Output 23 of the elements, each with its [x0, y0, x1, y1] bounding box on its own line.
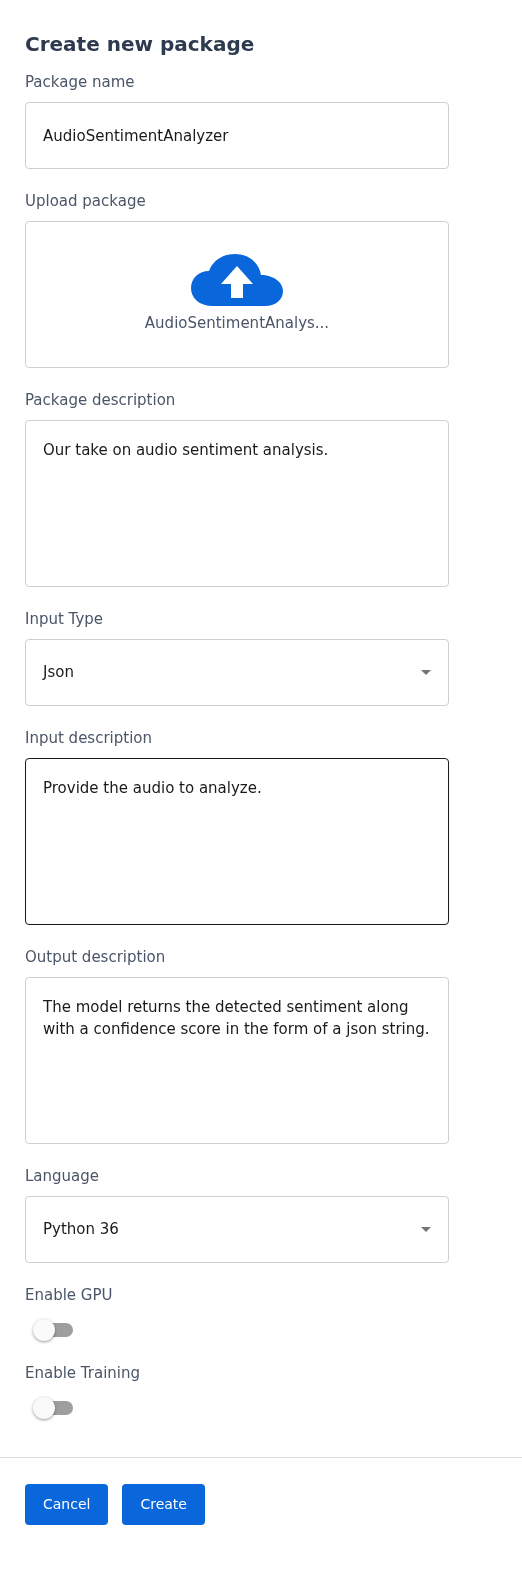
text-area-field[interactable]: The model returns the detected sentiment along with a confidence score in the form of a json string. [25, 977, 449, 1144]
text-area-field[interactable]: Provide the audio to analyze. [25, 758, 449, 925]
field-label: Enable GPU [25, 1285, 114, 1305]
file-name: AudioSentimentAnalys... [144, 313, 330, 335]
page-title: Create new package [25, 31, 256, 58]
field-label: Input Type [25, 609, 105, 629]
dropdown-field[interactable]: Json [25, 639, 449, 706]
field-label: Enable Training [25, 1363, 142, 1383]
action-button[interactable]: Cancel [25, 1484, 109, 1525]
text-area-field[interactable]: Our take on audio sentiment analysis. [25, 420, 449, 587]
field-label: Package description [25, 390, 177, 410]
caret-down-icon [421, 670, 431, 675]
upload-area[interactable]: AudioSentimentAnalys... [25, 221, 449, 368]
dropdown-field[interactable]: Python 36 [25, 1196, 449, 1263]
field-label: Input description [25, 728, 153, 748]
field-label: Package name [25, 72, 136, 92]
text-field[interactable]: AudioSentimentAnalyzer [25, 102, 449, 169]
action-button[interactable]: Create [122, 1484, 205, 1525]
field-label: Output description [25, 947, 167, 967]
cloud-upload-icon [191, 254, 283, 307]
field-label: Language [25, 1166, 101, 1186]
caret-down-icon [421, 1227, 431, 1232]
field-label: Upload package [25, 191, 147, 211]
